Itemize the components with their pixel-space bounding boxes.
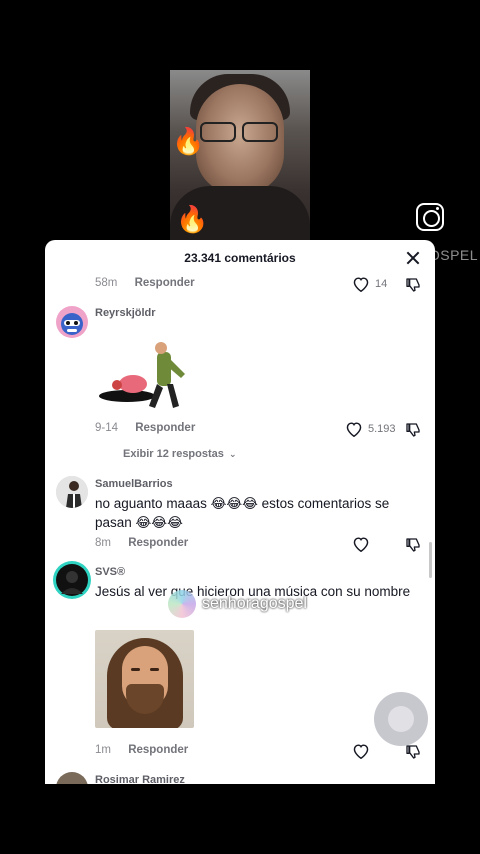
- sticker-eye: [150, 668, 159, 671]
- avatar[interactable]: [56, 476, 88, 508]
- comment-meta: 1m Responder: [95, 744, 188, 756]
- comment-text: pasan 😂😂😂: [95, 515, 183, 530]
- video-frame[interactable]: 🔥 🔥: [170, 70, 310, 242]
- watermark-text: senhoragospel: [202, 595, 307, 612]
- fire-emoji: 🔥: [176, 204, 209, 234]
- like-button[interactable]: 5.193: [345, 421, 396, 437]
- comment-meta: 9-14 Responder: [95, 422, 195, 434]
- comment-time: 58m: [95, 277, 118, 289]
- comment-meta: 58m Responder: [95, 277, 195, 289]
- view-replies-label: Exibir 12 respostas: [123, 448, 224, 460]
- heart-icon: [345, 421, 363, 437]
- view-replies-button[interactable]: Exibir 12 respostas ⌄: [123, 448, 237, 460]
- reply-button[interactable]: Responder: [128, 744, 188, 756]
- chevron-down-icon: ⌄: [228, 449, 237, 459]
- dislike-icon[interactable]: [405, 277, 421, 293]
- fire-emoji: 🔥: [172, 126, 205, 156]
- watermark-logo-icon: [168, 590, 196, 618]
- avatar[interactable]: [53, 561, 91, 599]
- reply-button[interactable]: Responder: [135, 422, 195, 434]
- avatar[interactable]: [56, 306, 88, 338]
- sticker-eye: [131, 668, 140, 671]
- crying-jesus-sticker: [95, 630, 194, 728]
- reply-button[interactable]: Responder: [135, 277, 195, 289]
- comment-time: 8m: [95, 537, 111, 549]
- comment-username[interactable]: SamuelBarrios: [95, 478, 173, 490]
- avatar[interactable]: [56, 772, 88, 784]
- comment-username[interactable]: Reyrskjöldr: [95, 307, 156, 319]
- heart-icon: [352, 276, 370, 292]
- reply-button[interactable]: Responder: [128, 537, 188, 549]
- dislike-icon[interactable]: [405, 537, 421, 553]
- dislike-icon[interactable]: [405, 422, 421, 438]
- comment-time: 9-14: [95, 422, 119, 434]
- dancing-cartoon-sticker: [95, 340, 205, 420]
- comment-username[interactable]: Rosimar Ramirez: [95, 774, 185, 784]
- watermark: senhoragospel: [168, 590, 307, 618]
- like-button[interactable]: 14: [352, 276, 387, 292]
- comments-sheet: 23.341 comentários 58m Responder 14 Reyr…: [45, 240, 435, 784]
- like-button[interactable]: [352, 743, 375, 759]
- scrollbar[interactable]: [429, 542, 432, 578]
- heart-icon: [352, 536, 370, 552]
- like-button[interactable]: [352, 536, 375, 552]
- comment-time: 1m: [95, 744, 111, 756]
- comments-count-title: 23.341 comentários: [184, 251, 296, 265]
- dislike-icon[interactable]: [405, 744, 421, 760]
- like-count: 5.193: [368, 423, 396, 435]
- heart-icon: [352, 743, 370, 759]
- comment-text: no aguanto maaas 😂😂😂 estos comentarios s…: [95, 496, 390, 511]
- close-icon[interactable]: [405, 250, 421, 266]
- person-glasses: [196, 122, 284, 144]
- instagram-icon[interactable]: [416, 203, 444, 231]
- comment-meta: 8m Responder: [95, 537, 188, 549]
- floating-assistive-button[interactable]: [374, 692, 428, 746]
- comment-username[interactable]: SVS®: [95, 566, 125, 578]
- like-count: 14: [375, 278, 388, 290]
